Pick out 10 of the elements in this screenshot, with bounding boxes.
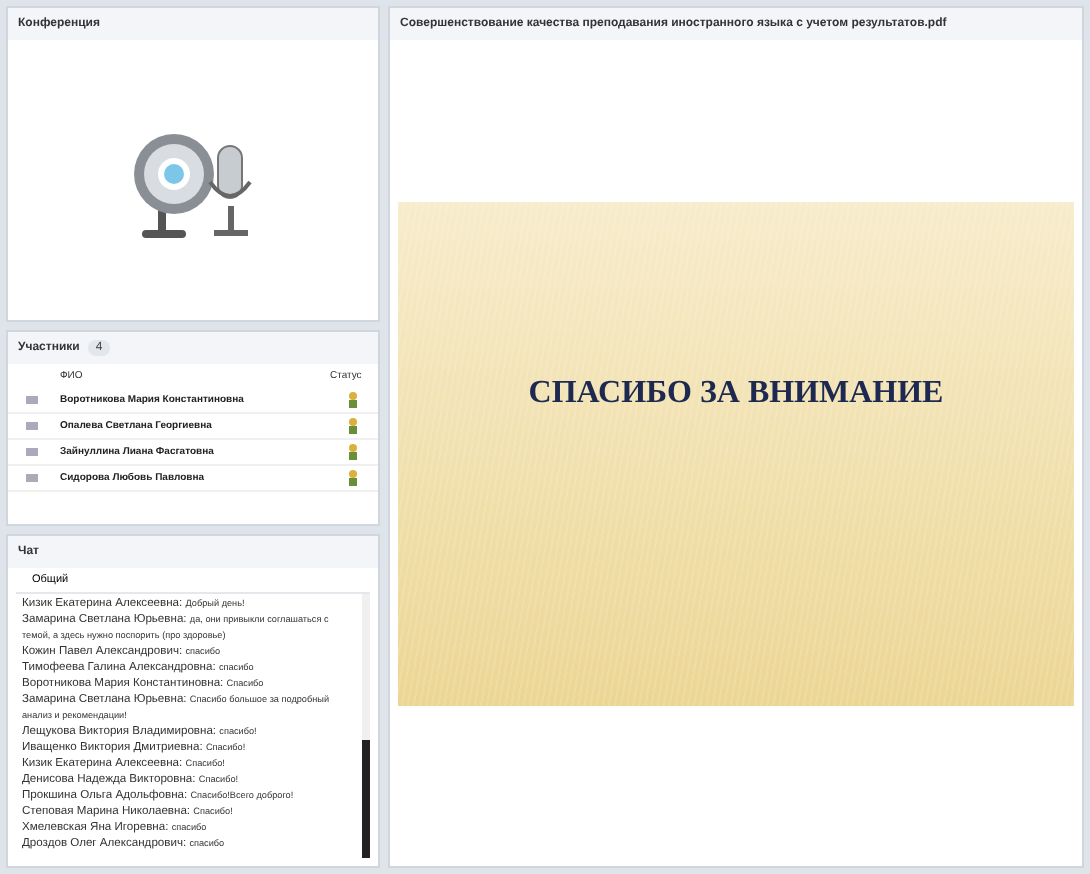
screen-icon xyxy=(26,473,38,483)
slide-title: СПАСИБО ЗА ВНИМАНИЕ xyxy=(528,375,944,411)
person-icon xyxy=(347,392,357,408)
person-icon xyxy=(347,418,357,434)
person-icon xyxy=(347,444,357,460)
screen-icon xyxy=(26,395,38,405)
screen-icon xyxy=(26,421,38,431)
screen-icon xyxy=(26,447,38,457)
person-icon xyxy=(347,470,357,486)
scrollbar[interactable] xyxy=(362,594,370,858)
